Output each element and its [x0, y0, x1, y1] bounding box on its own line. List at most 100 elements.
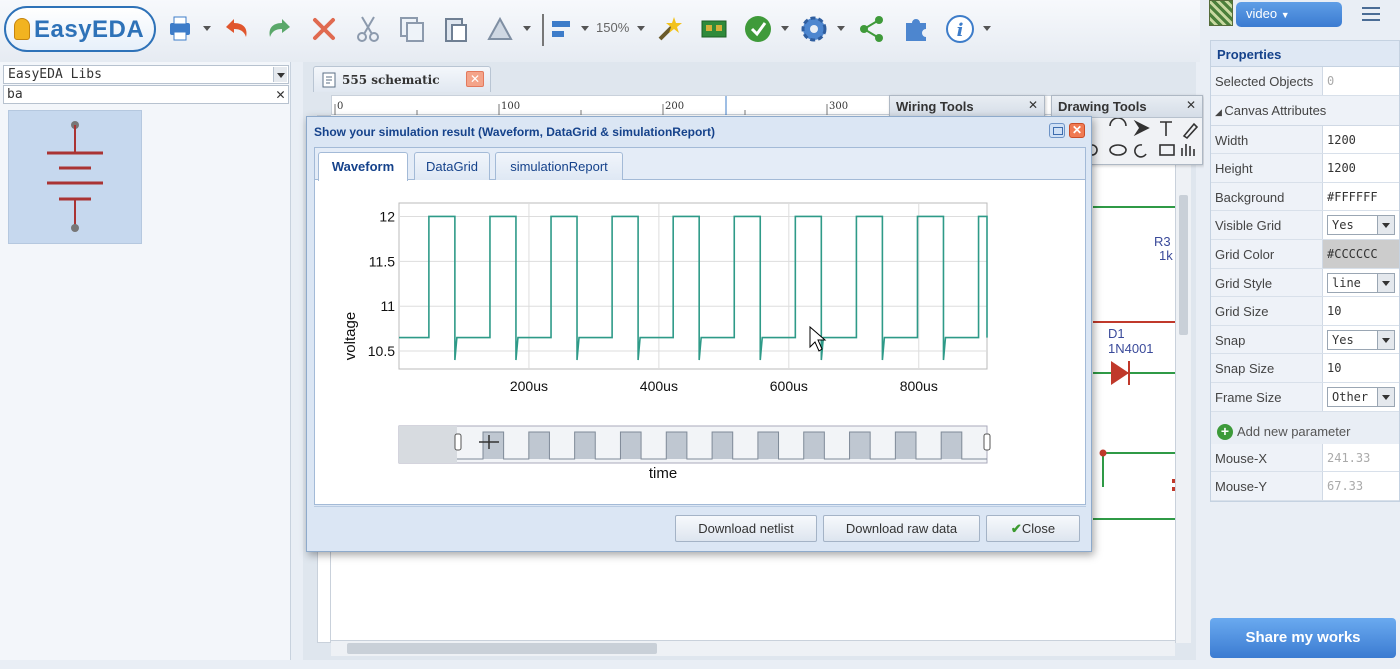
extensions-button[interactable]	[898, 12, 934, 46]
property-select[interactable]: Yes	[1323, 326, 1399, 354]
simulate-button[interactable]	[740, 12, 776, 46]
minimize-dialog-icon[interactable]	[1049, 123, 1065, 138]
zoom-level[interactable]: 150%	[596, 20, 629, 35]
navigator-mask	[399, 426, 457, 463]
align-button[interactable]	[544, 12, 580, 46]
library-select[interactable]: EasyEDA Libs	[3, 65, 289, 84]
navigator-left-handle[interactable]	[454, 433, 462, 451]
easyeda-logo[interactable]: EasyEDA	[4, 6, 156, 52]
tab-datagrid[interactable]: DataGrid	[414, 152, 490, 180]
battery-symbol-tile[interactable]	[8, 110, 142, 244]
download-netlist-button[interactable]: Download netlist	[675, 515, 817, 542]
property-input[interactable]: 10	[1323, 297, 1399, 325]
ruler-label: 100	[501, 101, 520, 112]
property-value: 0	[1327, 74, 1335, 88]
property-select[interactable]: Other	[1323, 383, 1399, 411]
vertical-scrollbar[interactable]	[1175, 115, 1191, 643]
print-dropdown-icon[interactable]	[202, 24, 212, 34]
copy-button[interactable]	[394, 12, 430, 46]
cut-button[interactable]	[350, 12, 386, 46]
mouse-x-row: Mouse-X 241.33	[1211, 443, 1399, 473]
close-wiring-tools-icon[interactable]: ✕	[1028, 98, 1038, 112]
library-search-input[interactable]: ba ✕	[3, 85, 289, 104]
close-drawing-tools-icon[interactable]: ✕	[1186, 98, 1196, 112]
document-tab[interactable]: 555 schematic ✕	[313, 66, 491, 92]
drawing-tools-title[interactable]: Drawing Tools	[1052, 96, 1202, 118]
simulate-dropdown-icon[interactable]	[780, 24, 790, 34]
pcb-button[interactable]	[696, 12, 732, 46]
align-dropdown-icon[interactable]	[580, 24, 590, 34]
video-button[interactable]: video ▼	[1236, 2, 1342, 27]
chevron-down-icon[interactable]	[273, 67, 287, 82]
undo-button[interactable]	[218, 12, 254, 46]
puzzle-icon	[906, 19, 926, 41]
main-toolbar: EasyEDA 150% i	[0, 0, 1200, 62]
simulation-result-dialog: Show your simulation result (Waveform, D…	[306, 116, 1092, 552]
qr-code-icon[interactable]	[1209, 0, 1233, 26]
paste-button[interactable]	[438, 12, 474, 46]
settings-button[interactable]	[796, 12, 832, 46]
clear-search-icon[interactable]: ✕	[276, 85, 285, 103]
wiring-tools-title[interactable]: Wiring Tools	[890, 96, 1044, 118]
undo-icon	[226, 19, 247, 37]
color-swatch[interactable]: #CCCCCC	[1323, 239, 1399, 268]
close-dialog-icon[interactable]: ✕	[1069, 123, 1085, 138]
property-key: Width	[1211, 125, 1323, 154]
ruler-label: 300	[829, 101, 848, 112]
attribute-row: Grid Color #CCCCCC	[1211, 239, 1399, 269]
redo-button[interactable]	[262, 12, 298, 46]
properties-title: Properties	[1211, 41, 1399, 67]
add-parameter-link[interactable]: + Add new parameter	[1211, 411, 1399, 444]
menu-icon[interactable]	[1362, 7, 1380, 21]
x-tick-label: 600us	[770, 378, 808, 394]
share-button[interactable]	[854, 12, 890, 46]
vertical-scroll-thumb[interactable]	[1179, 195, 1188, 335]
delete-icon	[313, 18, 335, 40]
select-value[interactable]: line	[1327, 272, 1395, 293]
redo-icon	[269, 19, 290, 37]
x-axis-label: time	[649, 465, 677, 482]
property-input[interactable]: 10	[1323, 354, 1399, 382]
ruler-label: 0	[337, 101, 343, 112]
property-input[interactable]: 1200	[1323, 154, 1399, 182]
download-raw-data-button[interactable]: Download raw data	[823, 515, 980, 542]
delete-button[interactable]	[306, 12, 342, 46]
mouse-y-row: Mouse-Y 67.33	[1211, 472, 1399, 501]
info-dropdown-icon[interactable]	[982, 24, 992, 34]
property-input[interactable]: #FFFFFF	[1323, 183, 1399, 211]
waveform-plot[interactable]: 12 11.5 11 10.5 200us 400us 600us 800us voltag…	[315, 181, 1085, 504]
selected-objects-row: Selected Objects 0	[1211, 67, 1399, 96]
wand-button[interactable]	[652, 12, 688, 46]
attribute-row: Background #FFFFFF	[1211, 182, 1399, 212]
property-key: Snap	[1211, 325, 1323, 354]
range-navigator[interactable]	[398, 425, 991, 464]
select-value[interactable]: Other	[1327, 386, 1395, 407]
property-select[interactable]: Yes	[1323, 211, 1399, 239]
navigator-right-handle[interactable]	[983, 433, 991, 451]
share-my-works-button[interactable]: Share my works	[1210, 618, 1396, 658]
horizontal-scroll-thumb[interactable]	[347, 643, 657, 654]
attribute-row: Grid Size 10	[1211, 297, 1399, 326]
property-key: Grid Style	[1211, 268, 1323, 297]
select-value[interactable]: Yes	[1327, 215, 1395, 236]
voltage-series-line	[399, 215, 988, 361]
rotate-dropdown-icon[interactable]	[522, 24, 532, 34]
property-input[interactable]: 1200	[1323, 126, 1399, 154]
zoom-dropdown-icon[interactable]	[636, 24, 646, 34]
info-button[interactable]: i	[942, 12, 978, 46]
pcb-icon	[701, 20, 727, 38]
settings-dropdown-icon[interactable]	[836, 24, 846, 34]
tab-simulation-report[interactable]: simulationReport	[495, 152, 623, 180]
property-select[interactable]: line	[1323, 269, 1399, 297]
x-tick-label: 800us	[900, 378, 938, 394]
horizontal-scrollbar[interactable]	[331, 640, 1175, 656]
info-icon: i	[946, 15, 974, 43]
select-value[interactable]: Yes	[1327, 329, 1395, 350]
dialog-title[interactable]: Show your simulation result (Waveform, D…	[314, 125, 715, 139]
close-tab-icon[interactable]: ✕	[466, 71, 484, 87]
canvas-attributes-section[interactable]: ◢ Canvas Attributes	[1211, 95, 1399, 126]
rotate-button[interactable]	[482, 12, 518, 46]
print-button[interactable]	[162, 12, 198, 46]
tab-waveform[interactable]: Waveform	[318, 152, 408, 181]
close-button[interactable]: ✔Close	[986, 515, 1080, 542]
